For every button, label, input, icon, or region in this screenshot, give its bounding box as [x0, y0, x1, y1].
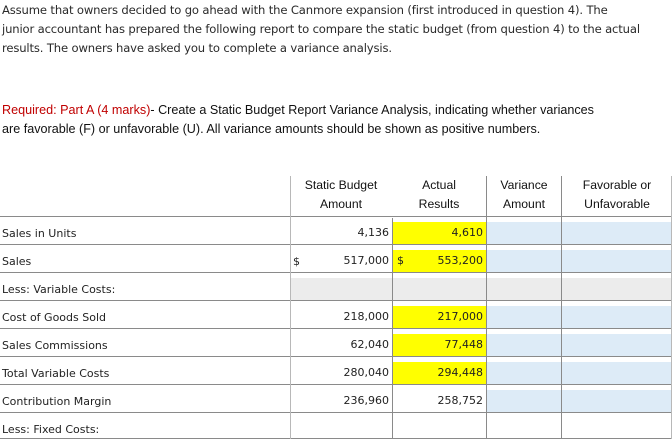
- less-variable-shaded-row: [291, 278, 672, 300]
- static-contribution: 236,960: [343, 394, 390, 407]
- variance-commissions-input[interactable]: [487, 334, 561, 356]
- header-fav-line-1: Favorable or: [582, 178, 652, 192]
- column-rule: [290, 176, 291, 439]
- header-static-line-1: Static Budget: [304, 178, 378, 192]
- column-rule: [561, 176, 562, 439]
- static-sales-dollar-sign: $: [293, 255, 300, 268]
- column-rule: [486, 176, 487, 439]
- actual-cogs[interactable]: 217,000: [393, 306, 486, 328]
- header-rule: [0, 216, 672, 217]
- static-commissions: 62,040: [350, 338, 390, 351]
- row-rule: [0, 272, 672, 273]
- required-line-2: are favorable (F) or unfavorable (U). Al…: [2, 122, 541, 136]
- variance-sales-units-input[interactable]: [487, 222, 561, 244]
- intro-line-2: junior accountant has prepared the follo…: [2, 22, 640, 36]
- row-label-less-fixed: Less: Fixed Costs:: [2, 423, 100, 436]
- header-variance-amount: Variance Amount: [487, 176, 561, 214]
- header-variance-line-2: Amount: [502, 197, 545, 211]
- static-sales-units: 4,136: [357, 226, 390, 239]
- column-rule: [392, 218, 393, 439]
- row-rule: [0, 300, 672, 301]
- static-cogs: 218,000: [343, 310, 390, 323]
- header-static-line-2: Amount: [319, 197, 362, 211]
- worksheet-page: Assume that owners decided to go ahead w…: [0, 0, 672, 439]
- actual-total-variable[interactable]: 294,448: [393, 362, 486, 384]
- actual-commissions[interactable]: 77,448: [393, 334, 486, 356]
- row-label-commissions: Sales Commissions: [2, 339, 108, 352]
- row-label-cogs: Cost of Goods Sold: [2, 311, 106, 324]
- fav-sales-input[interactable]: [562, 250, 672, 272]
- row-label-less-variable: Less: Variable Costs:: [2, 283, 116, 296]
- required-prefix: Required: Part A (4 marks): [2, 103, 151, 117]
- actual-sales-dollar-sign: $: [397, 254, 404, 267]
- fav-cogs-input[interactable]: [562, 306, 672, 328]
- fav-sales-units-input[interactable]: [562, 222, 672, 244]
- required-instructions: Required: Part A (4 marks)- Create a Sta…: [2, 101, 670, 139]
- variance-total-variable-input[interactable]: [487, 362, 561, 384]
- fav-total-variable-input[interactable]: [562, 362, 672, 384]
- actual-sales[interactable]: $553,200: [393, 250, 486, 272]
- intro-paragraph: Assume that owners decided to go ahead w…: [2, 1, 670, 58]
- variance-report-table: Static Budget Amount Actual Results Vari…: [0, 176, 672, 439]
- fav-commissions-input[interactable]: [562, 334, 672, 356]
- variance-contribution-input[interactable]: [487, 390, 561, 412]
- variance-cogs-input[interactable]: [487, 306, 561, 328]
- row-rule: [0, 384, 672, 385]
- row-label-total-variable: Total Variable Costs: [2, 367, 110, 380]
- actual-contribution: 258,752: [437, 394, 484, 407]
- actual-sales-value: 553,200: [437, 254, 484, 267]
- header-favorable-unfavorable: Favorable or Unfavorable: [562, 176, 672, 214]
- header-actual-results: Actual Results: [393, 176, 485, 214]
- row-rule: [0, 328, 672, 329]
- header-static-budget: Static Budget Amount: [290, 176, 392, 214]
- fav-contribution-input[interactable]: [562, 390, 672, 412]
- intro-line-1: Assume that owners decided to go ahead w…: [2, 3, 608, 17]
- header-variance-line-1: Variance: [500, 178, 548, 192]
- header-fav-line-2: Unfavorable: [584, 197, 650, 211]
- row-rule: [0, 244, 672, 245]
- row-label-contribution: Contribution Margin: [2, 395, 112, 408]
- required-line-1-rest: - Create a Static Budget Report Variance…: [150, 103, 594, 117]
- static-sales: 517,000: [343, 254, 390, 267]
- header-actual-line-2: Results: [418, 197, 460, 211]
- row-rule: [0, 356, 672, 357]
- row-label-sales: Sales: [2, 255, 32, 268]
- intro-line-3: results. The owners have asked you to co…: [2, 41, 392, 55]
- actual-sales-units[interactable]: 4,610: [393, 222, 486, 244]
- header-actual-line-1: Actual: [422, 178, 456, 192]
- row-rule: [0, 412, 672, 413]
- required-line-1: Required: Part A (4 marks)- Create a Sta…: [2, 101, 670, 120]
- static-total-variable: 280,040: [343, 366, 390, 379]
- row-label-sales-units: Sales in Units: [2, 227, 77, 240]
- variance-sales-input[interactable]: [487, 250, 561, 272]
